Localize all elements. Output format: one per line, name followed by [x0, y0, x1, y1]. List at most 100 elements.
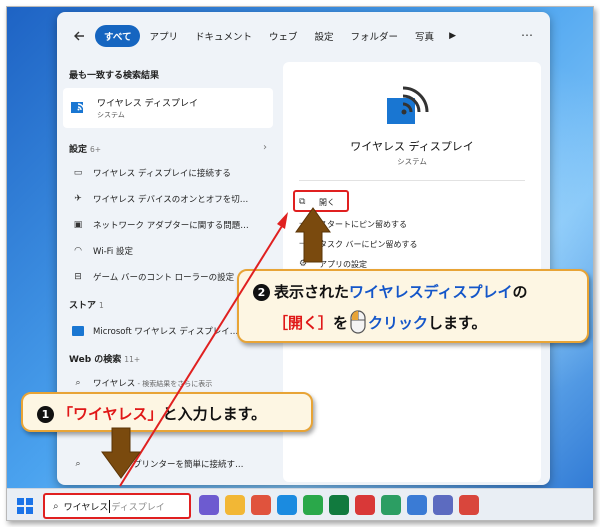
list-item[interactable]: ◠ Wi-Fi 設定	[65, 241, 265, 261]
search-suggestion-text: ディスプレイ	[111, 502, 165, 513]
chevron-right-icon[interactable]: ›	[263, 142, 267, 153]
pin-start-label: スタートにピン留めする	[319, 219, 407, 229]
settings-section-header: 設定 6+	[69, 142, 101, 155]
search-icon: ⌕	[53, 500, 59, 512]
more-options-icon[interactable]: ⋯	[521, 28, 534, 42]
pin-icon: ⊸	[299, 219, 307, 229]
list-item-label: ゲーム バーのコント ローラーの設定	[93, 273, 235, 283]
detail-title: ワイヤレス ディスプレイ	[350, 140, 474, 153]
screenshot-frame: すべて アプリ ドキュメント ウェブ 設定 フォルダー 写真 ▶ ⋯ 最も一致す…	[6, 6, 594, 521]
callout-step-2: 2 表示されたワイヤレスディスプレイの ［開く］を クリックします。	[237, 269, 589, 343]
step-number-badge: 1	[37, 406, 54, 423]
list-item[interactable]: ✈ ワイヤレス デバイスのオンとオフを切…	[65, 189, 265, 209]
callout-line2-post: します。	[428, 314, 487, 332]
callout-step-1-text: 1 「ワイヤレス」と入力します。	[37, 403, 266, 424]
callout-step-2-line2: ［開く］を クリックします。	[273, 310, 487, 334]
play-icon[interactable]: ▶	[449, 31, 456, 41]
list-item-label: ワイヤレス - 検索結果をさらに表示	[93, 377, 212, 389]
web-section-header: Web の検索 11+	[69, 352, 140, 365]
taskbar-app-icon[interactable]	[303, 495, 323, 515]
filter-web[interactable]: ウェブ	[261, 25, 306, 47]
best-match-item[interactable]: ワイヤレス ディスプレイ システム	[63, 88, 273, 128]
taskbar: ⌕ ワイヤレス ディスプレイ	[7, 488, 593, 520]
monitor-icon: ▭	[73, 168, 83, 178]
pin-start-action[interactable]: ⊸ スタートにピン留めする	[299, 216, 407, 232]
list-item-label: ワイヤレス ディスプレイに接続する	[93, 169, 231, 179]
callout-step-1-rest: と入力します。	[162, 405, 267, 423]
web-result-text: ワイヤレス	[93, 379, 136, 389]
list-item[interactable]: ⌕ プリンターを簡単に接続す…	[65, 454, 265, 474]
best-match-header: 最も一致する検索結果	[69, 71, 160, 81]
taskbar-app-icon[interactable]	[407, 495, 427, 515]
store-header-label: ストア	[69, 301, 97, 311]
pin-taskbar-label: タスク バーにピン留めする	[319, 239, 418, 249]
wireless-toggle-icon: ✈	[74, 194, 82, 204]
callout-line1-pre: 表示された	[274, 283, 350, 301]
taskbar-apps	[199, 495, 479, 515]
callout-line2-mid: を	[333, 314, 349, 332]
web-header-label: Web の検索	[69, 355, 122, 365]
list-item[interactable]: Microsoft ワイヤレス ディスプレイ…	[65, 321, 265, 341]
list-item-label: Microsoft ワイヤレス ディスプレイ…	[93, 327, 239, 337]
text-caret	[109, 499, 111, 513]
wireless-display-large-icon	[387, 84, 431, 126]
pin-icon: ⊸	[299, 239, 307, 249]
list-item-label: ネットワーク アダプターに関する問題…	[93, 221, 249, 231]
game-bar-icon: ⊟	[74, 272, 82, 282]
search-icon: ⌕	[75, 378, 81, 388]
open-highlight-box	[293, 190, 349, 212]
taskbar-search-input[interactable]: ⌕ ワイヤレス ディスプレイ	[43, 493, 191, 519]
list-item[interactable]: ▣ ネットワーク アダプターに関する問題…	[65, 215, 265, 235]
taskbar-app-icon[interactable]	[329, 495, 349, 515]
store-count: 1	[99, 301, 104, 310]
callout-step-1: 1 「ワイヤレス」と入力します。	[21, 392, 313, 432]
filter-settings[interactable]: 設定	[307, 25, 342, 47]
taskbar-app-icon[interactable]	[381, 495, 401, 515]
filter-documents[interactable]: ドキュメント	[187, 25, 260, 47]
taskbar-app-icon[interactable]	[459, 495, 479, 515]
filter-photos[interactable]: 写真	[407, 25, 442, 47]
back-arrow-icon[interactable]	[69, 26, 89, 46]
callout-click-term: クリック	[368, 314, 429, 332]
detail-divider	[299, 180, 525, 181]
network-adapter-icon: ▣	[73, 220, 83, 230]
list-item-label: プリンターを簡単に接続す…	[133, 460, 244, 470]
list-item[interactable]: ⌕ ワイヤレス - 検索結果をさらに表示	[65, 373, 265, 393]
app-settings-label: アプリの設定	[319, 259, 367, 269]
taskbar-app-icon[interactable]	[251, 495, 271, 515]
filter-all[interactable]: すべて	[95, 25, 141, 47]
search-typed-text: ワイヤレス	[63, 502, 109, 513]
callout-open-term: ［開く］	[273, 314, 334, 332]
list-item-label: ワイヤレス デバイスのオンとオフを切…	[93, 195, 249, 205]
filter-apps[interactable]: アプリ	[141, 25, 186, 47]
taskbar-app-icon[interactable]	[225, 495, 245, 515]
store-section-header: ストア 1	[69, 298, 104, 311]
list-item[interactable]: ⊟ ゲーム バーのコント ローラーの設定	[65, 267, 265, 287]
taskbar-app-icon[interactable]	[355, 495, 375, 515]
settings-header-label: 設定	[69, 145, 88, 155]
wifi-icon: ◠	[74, 246, 82, 256]
web-result-sub: - 検索結果をさらに表示	[135, 380, 213, 388]
callout-step-2-line1: 2 表示されたワイヤレスディスプレイの	[253, 281, 528, 302]
step-number-badge: 2	[253, 284, 270, 301]
best-match-title: ワイヤレス ディスプレイ	[97, 99, 198, 109]
callout-line1-post: の	[512, 283, 528, 301]
gear-icon: ⚙	[299, 259, 308, 269]
taskbar-app-icon[interactable]	[433, 495, 453, 515]
callout-target-name: ワイヤレスディスプレイ	[349, 283, 513, 301]
callout-quoted-term: 「ワイヤレス」	[58, 405, 163, 423]
pin-taskbar-action[interactable]: ⊸ タスク バーにピン留めする	[299, 236, 418, 252]
list-item[interactable]: ▭ ワイヤレス ディスプレイに接続する	[65, 163, 265, 183]
taskbar-app-icon[interactable]	[277, 495, 297, 515]
filter-folders[interactable]: フォルダー	[343, 25, 407, 47]
mouse-click-icon	[350, 310, 366, 334]
taskbar-app-icon[interactable]	[199, 495, 219, 515]
best-match-subtitle: システム	[97, 111, 125, 119]
filter-bar: すべて アプリ ドキュメント ウェブ 設定 フォルダー 写真 ▶	[57, 12, 550, 60]
detail-subtitle: システム	[397, 157, 427, 166]
windows-start-icon[interactable]	[17, 498, 33, 514]
settings-count: 6+	[90, 145, 102, 154]
list-item-label: Wi-Fi 設定	[93, 247, 133, 257]
search-icon: ⌕	[75, 459, 81, 469]
store-app-icon	[71, 324, 85, 338]
